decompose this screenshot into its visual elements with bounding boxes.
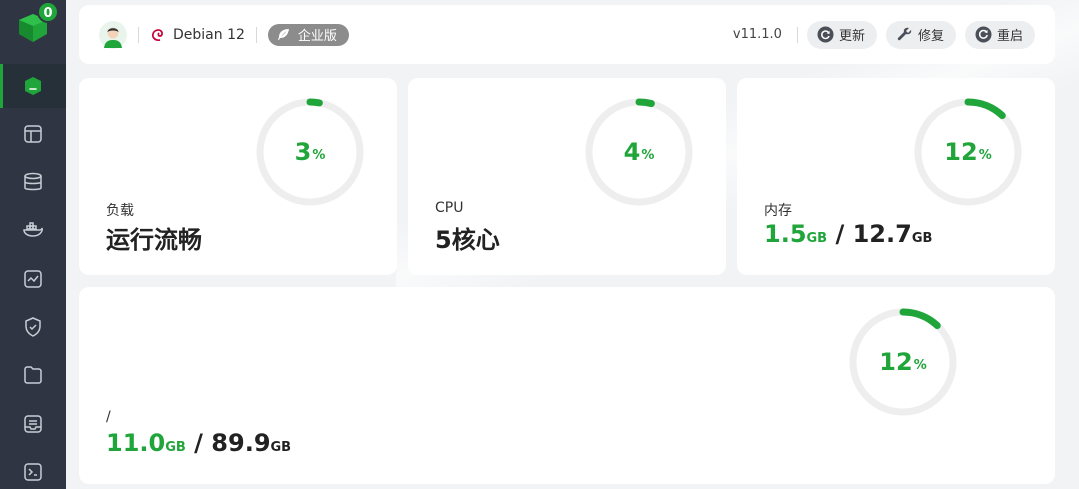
sidebar-item-terminal[interactable] xyxy=(0,450,66,489)
main-content: Debian 12 企业版 v11.1.0 更新 修复 重启 3 % 负载 运行… xyxy=(66,0,1079,489)
edition-badge[interactable]: 企业版 xyxy=(267,23,349,46)
disk-card[interactable]: 12% / 11.0GB / 89.9GB xyxy=(79,287,1055,484)
memory-label: 内存 xyxy=(764,203,792,219)
sidebar-item-home[interactable] xyxy=(0,64,66,108)
home-icon xyxy=(25,77,41,95)
edition-label: 企业版 xyxy=(297,29,337,44)
refresh-icon xyxy=(817,26,834,43)
disk-mount-label: / xyxy=(106,409,111,425)
website-icon xyxy=(24,125,42,143)
log-icon xyxy=(24,415,42,433)
sidebar-item-database[interactable] xyxy=(0,160,66,204)
docker-icon xyxy=(23,222,43,237)
wrench-icon xyxy=(897,27,912,41)
restart-icon xyxy=(975,26,992,43)
sidebar-item-files[interactable] xyxy=(0,353,66,397)
cpu-label: CPU xyxy=(435,200,464,216)
disk-usage: 11.0GB / 89.9GB xyxy=(106,429,292,457)
sidebar-item-monitor[interactable] xyxy=(0,257,66,301)
cpu-cores: 5核心 xyxy=(435,226,500,254)
os-info: Debian 12 xyxy=(150,27,245,43)
sidebar-item-website[interactable] xyxy=(0,112,66,156)
sidebar: 0 xyxy=(0,0,66,489)
memory-usage: 1.5GB / 12.7GB xyxy=(764,220,933,248)
sidebar-item-logs[interactable] xyxy=(0,402,66,446)
memory-card[interactable]: 12% 内存 1.5GB / 12.7GB xyxy=(737,78,1055,275)
header-bar: Debian 12 企业版 v11.1.0 更新 修复 重启 xyxy=(79,5,1055,64)
terminal-icon xyxy=(24,463,42,481)
os-name: Debian 12 xyxy=(173,26,245,43)
load-percent: 3 xyxy=(294,138,312,166)
memory-percent: 12 xyxy=(944,138,978,166)
load-status: 运行流畅 xyxy=(106,226,202,254)
update-button[interactable]: 更新 xyxy=(806,20,877,49)
repair-button[interactable]: 修复 xyxy=(885,20,956,49)
disk-percent: 12 xyxy=(879,348,913,376)
load-card[interactable]: 3% 负载 运行流畅 xyxy=(79,78,397,275)
load-label: 负载 xyxy=(106,203,134,219)
debian-icon xyxy=(151,28,163,41)
message-count-badge[interactable]: 0 xyxy=(37,1,59,23)
version-label[interactable]: v11.1.0 xyxy=(733,27,782,42)
cpu-card[interactable]: 4% CPU 5核心 xyxy=(408,78,726,275)
sidebar-item-docker[interactable] xyxy=(0,208,66,252)
shield-icon xyxy=(25,317,41,337)
folder-icon xyxy=(24,366,42,384)
avatar[interactable] xyxy=(99,20,127,49)
database-icon xyxy=(24,172,42,191)
restart-button[interactable]: 重启 xyxy=(964,20,1035,49)
sidebar-item-security[interactable] xyxy=(0,305,66,349)
monitor-icon xyxy=(24,270,42,288)
leaf-icon xyxy=(277,29,289,40)
cpu-percent: 4 xyxy=(623,138,641,166)
